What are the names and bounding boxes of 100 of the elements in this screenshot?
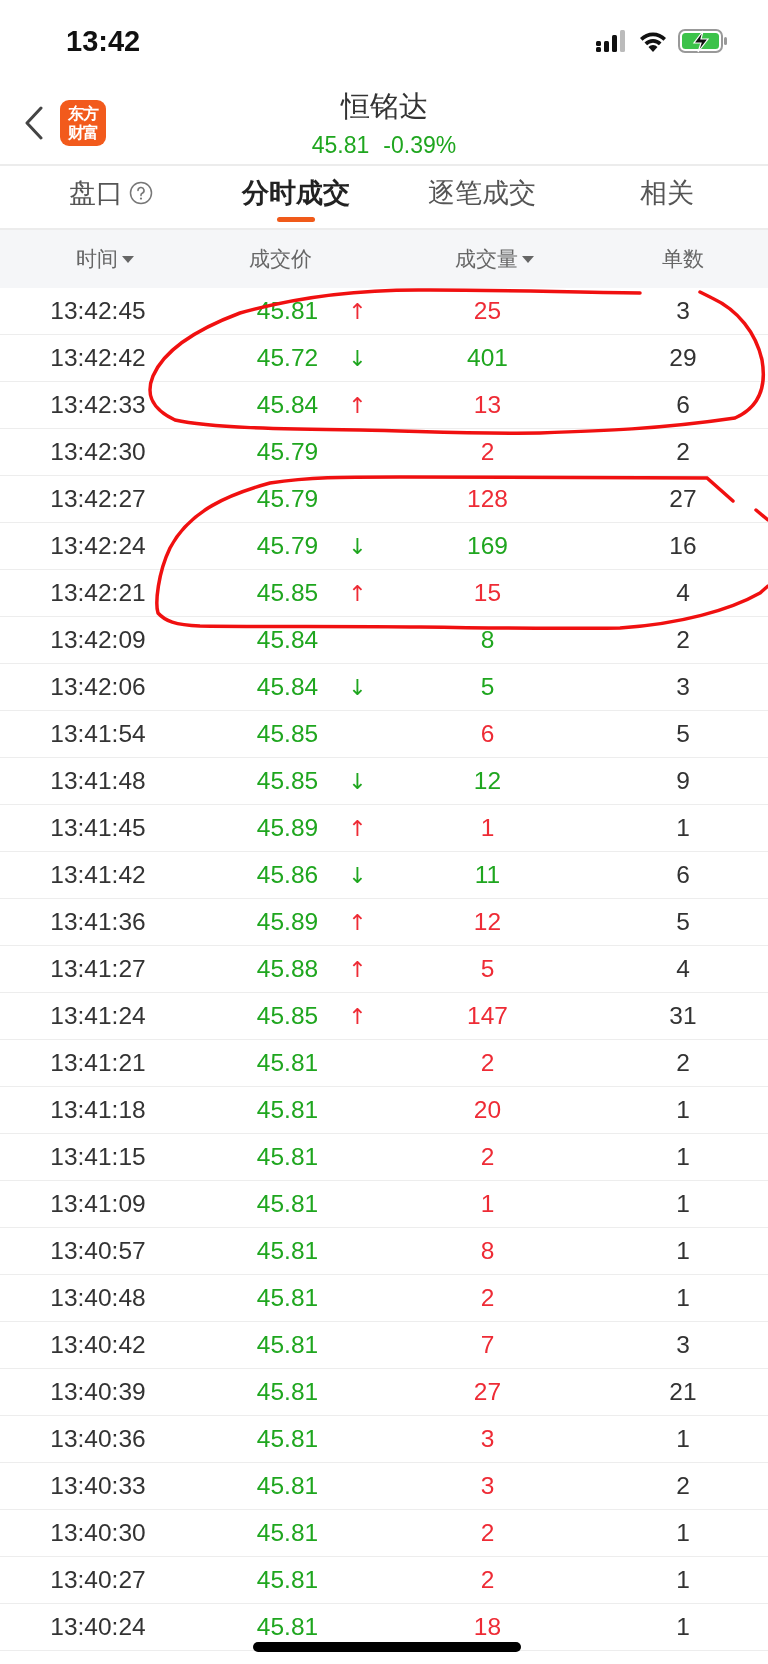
volume-cell: 1 <box>480 814 495 842</box>
time-cell-text: 13:40:57 <box>49 1237 146 1265</box>
volume-cell: 401 <box>467 344 508 372</box>
price-cell: 45.81 <box>256 1613 319 1641</box>
status-time: 13:42 <box>66 24 142 58</box>
price-cell: 45.84 <box>256 626 319 654</box>
trend-arrow: ↓ <box>348 674 367 700</box>
count-cell: 5 <box>676 908 690 936</box>
wifi-icon <box>638 30 668 52</box>
tab[interactable]: 盘口 <box>18 166 204 226</box>
column-header[interactable]: 时间 <box>0 245 190 273</box>
price-cell: 45.84 <box>256 391 319 419</box>
price-cell: 45.79 <box>256 532 319 560</box>
volume-cell: 7 <box>480 1331 495 1359</box>
volume-cell: 6 <box>480 720 495 748</box>
trend-arrow: ↑ <box>348 392 367 418</box>
trend-arrow: ↑ <box>348 298 367 324</box>
time-cell-text: 13:40:27 <box>49 1566 146 1594</box>
volume-cell: 128 <box>467 485 508 513</box>
time-cell-text: 13:41:42 <box>49 861 146 889</box>
price-cell: 45.85 <box>256 1002 319 1030</box>
time-cell-text: 13:41:45 <box>49 814 146 842</box>
trend-arrow: ↓ <box>348 345 367 371</box>
count-cell: 1 <box>676 1425 690 1453</box>
count-cell: 3 <box>676 297 690 325</box>
signal-icon <box>596 30 628 52</box>
count-cell: 1 <box>676 1519 690 1547</box>
volume-cell: 18 <box>473 1613 502 1641</box>
time-cell-text: 13:41:18 <box>49 1096 146 1124</box>
price-cell: 45.79 <box>256 438 319 466</box>
count-cell: 5 <box>676 720 690 748</box>
volume-cell: 15 <box>473 579 502 607</box>
price-cell: 45.88 <box>256 955 319 983</box>
volume-cell: 169 <box>467 532 508 560</box>
count-cell: 4 <box>676 955 690 983</box>
volume-cell: 1 <box>480 1190 495 1218</box>
time-cell-text: 13:42:27 <box>49 485 146 513</box>
time-cell-text: 13:40:36 <box>49 1425 146 1453</box>
volume-cell: 8 <box>480 1237 495 1265</box>
tab[interactable]: 分时成交 <box>203 166 389 226</box>
trend-arrow: ↑ <box>348 1003 367 1029</box>
time-cell-text: 13:40:42 <box>49 1331 146 1359</box>
battery-charging-icon <box>678 29 728 53</box>
time-cell-text: 13:40:24 <box>49 1613 146 1641</box>
tab[interactable]: 逐笔成交 <box>389 166 575 226</box>
price-cell: 45.85 <box>256 767 319 795</box>
count-cell: 2 <box>676 626 690 654</box>
trend-arrow: ↑ <box>348 909 367 935</box>
help-icon[interactable] <box>128 181 153 205</box>
count-cell: 1 <box>676 1284 690 1312</box>
tab[interactable]: 相关 <box>574 166 760 226</box>
time-cell-text: 13:41:15 <box>49 1143 146 1171</box>
volume-cell: 3 <box>480 1425 495 1453</box>
price-cell: 45.81 <box>256 1190 319 1218</box>
price-cell: 45.81 <box>256 1049 319 1077</box>
time-cell-text: 13:40:33 <box>49 1472 146 1500</box>
count-cell: 9 <box>676 767 690 795</box>
back-button[interactable] <box>24 106 44 140</box>
trend-arrow: ↓ <box>348 862 367 888</box>
stock-price: 45.81 <box>311 131 370 160</box>
count-cell: 6 <box>676 861 690 889</box>
column-header[interactable]: 成交量 <box>370 245 598 273</box>
count-cell: 1 <box>676 1237 690 1265</box>
time-cell-text: 13:42:21 <box>49 579 146 607</box>
count-cell: 21 <box>669 1378 697 1406</box>
price-cell: 45.81 <box>256 1472 319 1500</box>
price-cell: 45.81 <box>256 1096 319 1124</box>
count-cell: 1 <box>676 1566 690 1594</box>
time-cell-text: 13:41:27 <box>49 955 146 983</box>
count-cell: 29 <box>669 344 697 372</box>
price-cell: 45.81 <box>256 1566 319 1594</box>
column-header: 成交价 <box>247 246 313 272</box>
price-cell: 45.79 <box>256 485 319 513</box>
time-cell-text: 13:42:42 <box>49 344 146 372</box>
time-cell-text: 13:41:21 <box>49 1049 146 1077</box>
price-cell: 45.81 <box>256 1378 319 1406</box>
price-cell: 45.72 <box>256 344 319 372</box>
count-cell: 31 <box>669 1002 697 1030</box>
volume-cell: 2 <box>480 1284 495 1312</box>
price-cell: 45.86 <box>256 861 319 889</box>
time-cell-text: 13:42:33 <box>49 391 146 419</box>
pen-stroke <box>754 508 768 522</box>
stock-title: 恒铭达 <box>340 89 428 124</box>
time-cell-text: 13:41:36 <box>49 908 146 936</box>
count-cell: 2 <box>676 1472 690 1500</box>
time-cell-text: 13:42:06 <box>49 673 146 701</box>
count-cell: 1 <box>676 1096 690 1124</box>
count-cell: 1 <box>676 814 690 842</box>
volume-cell: 11 <box>474 861 501 889</box>
price-cell: 45.81 <box>256 1284 319 1312</box>
time-cell-text: 13:42:24 <box>49 532 146 560</box>
volume-cell: 8 <box>480 626 495 654</box>
count-cell: 6 <box>676 391 690 419</box>
volume-cell: 12 <box>473 767 502 795</box>
volume-cell: 2 <box>480 1143 495 1171</box>
app-logo: 东方 财富 <box>60 100 106 146</box>
count-cell: 2 <box>676 1049 690 1077</box>
time-cell-text: 13:41:48 <box>49 767 146 795</box>
volume-cell: 13 <box>473 391 502 419</box>
time-cell-text: 13:40:39 <box>49 1378 146 1406</box>
